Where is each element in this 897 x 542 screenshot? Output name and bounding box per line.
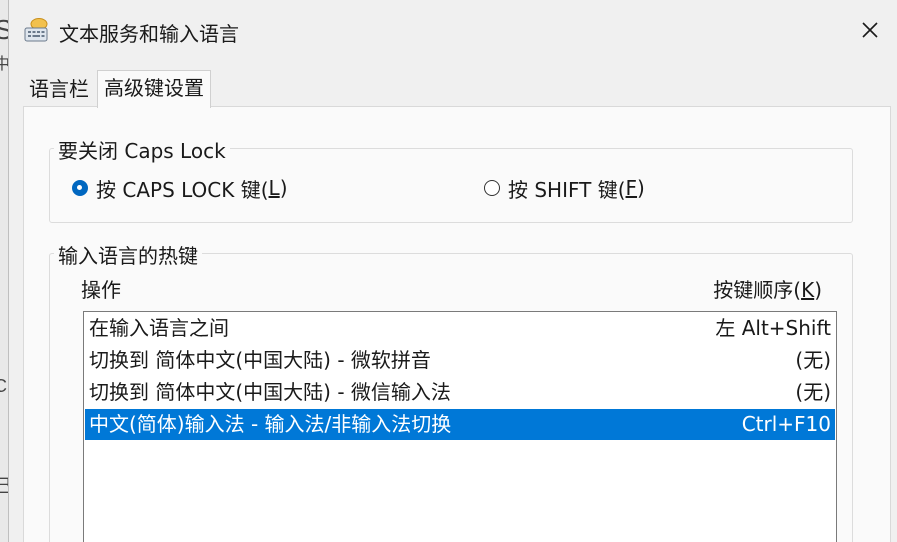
background-fragment: C — [0, 376, 7, 396]
hotkey-sequence: 左 Alt+Shift — [715, 316, 831, 340]
column-header-action: 操作 — [81, 278, 121, 302]
hotkey-sequence: Ctrl+F10 — [741, 412, 831, 436]
caps-lock-key-radio[interactable]: 按 CAPS LOCK 键(L) — [72, 174, 288, 202]
tab-label: 语言栏 — [29, 77, 89, 101]
tab-label: 高级键设置 — [104, 76, 204, 100]
keyboard-icon — [24, 18, 48, 42]
column-header-key-sequence: 按键顺序(K) — [713, 278, 822, 302]
close-icon[interactable] — [858, 18, 882, 42]
list-item[interactable]: 切换到 简体中文(中国大陆) - 微信输入法 (无) — [85, 377, 835, 408]
list-item-selected[interactable]: 中文(简体)输入法 - 输入法/非输入法切换 Ctrl+F10 — [85, 409, 835, 440]
hotkey-sequence: (无) — [795, 380, 831, 404]
tab-language-bar[interactable]: 语言栏 — [23, 72, 95, 106]
list-item[interactable]: 切换到 简体中文(中国大陆) - 微软拼音 (无) — [85, 345, 835, 376]
radio-unchecked[interactable] — [484, 180, 500, 196]
hotkey-list[interactable]: 在输入语言之间 左 Alt+Shift 切换到 简体中文(中国大陆) - 微软拼… — [83, 311, 837, 542]
tab-advanced-key-settings[interactable]: 高级键设置 — [97, 70, 211, 108]
hotkey-sequence: (无) — [795, 348, 831, 372]
hotkey-action: 在输入语言之间 — [89, 316, 229, 340]
caps-lock-legend: 要关闭 Caps Lock — [54, 135, 230, 164]
title-bar: 文本服务和输入语言 — [9, 0, 897, 62]
radio-checked[interactable] — [72, 180, 88, 196]
hotkeys-legend: 输入语言的热键 — [54, 240, 202, 269]
shift-key-radio[interactable]: 按 SHIFT 键(F) — [484, 174, 645, 202]
hotkey-action: 切换到 简体中文(中国大陆) - 微软拼音 — [89, 348, 431, 372]
window-title: 文本服务和输入语言 — [59, 22, 239, 46]
hotkey-action: 中文(简体)输入法 - 输入法/非输入法切换 — [89, 412, 452, 436]
text-services-dialog: 文本服务和输入语言 语言栏 高级键设置 要关闭 Caps Lock 按 CAPS… — [8, 0, 897, 542]
hotkey-action: 切换到 简体中文(中国大陆) - 微信输入法 — [89, 380, 451, 404]
list-item[interactable]: 在输入语言之间 左 Alt+Shift — [85, 313, 835, 344]
